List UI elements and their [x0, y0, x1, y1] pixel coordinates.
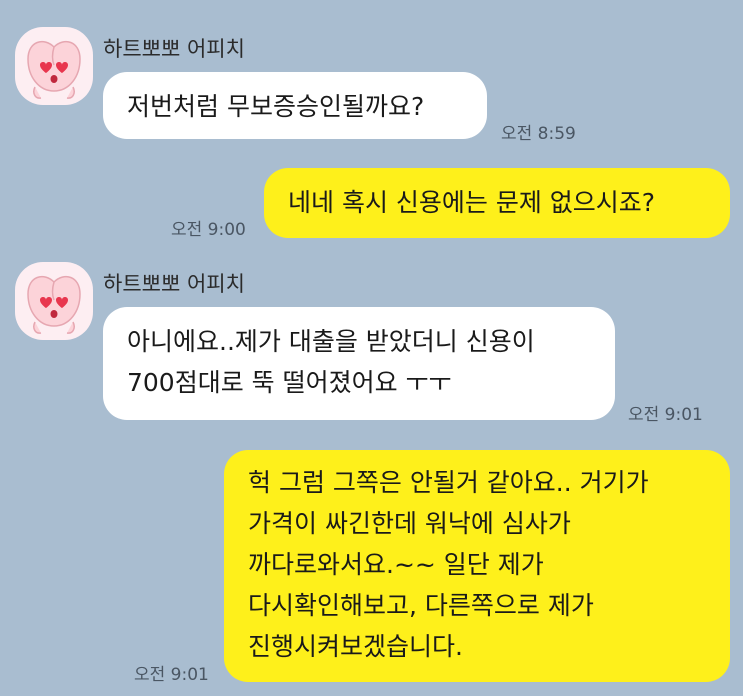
message-bubble[interactable]: 저번처럼 무보증승인될까요?	[103, 72, 487, 139]
message-bubble[interactable]: 아니에요..제가 대출을 받았더니 신용이 700점대로 뚝 떨어졌어요 ㅜㅜ	[103, 307, 615, 420]
message-text: 진행시켜보겠습니다.	[248, 632, 463, 661]
message-time: 오전 9:00	[171, 220, 246, 240]
message-text: 까다로와서요.~~ 일단 제가	[248, 550, 544, 579]
apeach-heart-eyes-icon	[27, 275, 81, 334]
message-time: 오전 9:01	[628, 405, 703, 425]
message-text: 아니에요..제가 대출을 받았더니 신용이	[127, 327, 535, 356]
message-bubble[interactable]: 헉 그럼 그쪽은 안될거 같아요.. 거기가 가격이 싸긴한데 워낙에 심사가 …	[224, 450, 730, 682]
message-text: 다시확인해보고, 다른쪽으로 제가	[248, 591, 594, 620]
message-text: 네네 혹시 신용에는 문제 없으시죠?	[288, 188, 656, 217]
chat-area: 하트뽀뽀 어피치 저번처럼 무보증승인될까요? 오전 8:59 오전 9:00 …	[0, 0, 743, 696]
avatar[interactable]	[15, 262, 93, 340]
message-bubble[interactable]: 네네 혹시 신용에는 문제 없으시죠?	[264, 168, 730, 238]
sender-name: 하트뽀뽀 어피치	[103, 272, 245, 296]
apeach-heart-eyes-icon	[27, 40, 81, 99]
message-time: 오전 9:01	[134, 665, 209, 685]
message-time: 오전 8:59	[501, 124, 576, 144]
message-text: 저번처럼 무보증승인될까요?	[127, 92, 425, 121]
message-text: 가격이 싸긴한데 워낙에 심사가	[248, 509, 571, 538]
avatar[interactable]	[15, 27, 93, 105]
sender-name: 하트뽀뽀 어피치	[103, 37, 245, 61]
message-text: 700점대로 뚝 떨어졌어요 ㅜㅜ	[127, 368, 452, 397]
message-text: 헉 그럼 그쪽은 안될거 같아요.. 거기가	[248, 468, 649, 497]
